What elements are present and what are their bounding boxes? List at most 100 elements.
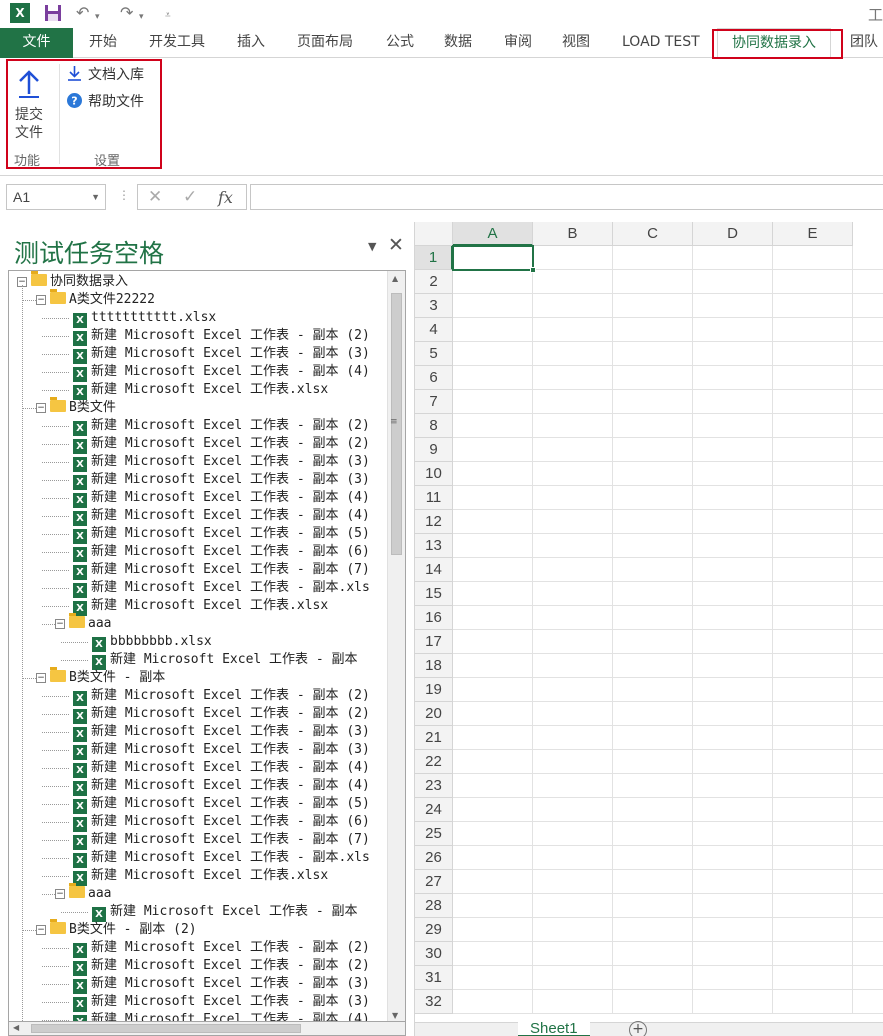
collapse-toggle-icon[interactable]: − <box>36 295 46 305</box>
tree-folder-node[interactable]: − B类文件 <box>36 397 116 417</box>
tree-file-node[interactable]: X 新建 Microsoft Excel 工作表 - 副本 (5) <box>73 795 370 814</box>
fill-handle[interactable] <box>530 267 536 273</box>
tree-folder-node[interactable]: − A类文件22222 <box>36 289 155 309</box>
tab-home[interactable]: 开始 <box>89 28 117 58</box>
row-header-20[interactable]: 20 <box>415 702 453 726</box>
tree-file-node[interactable]: X 新建 Microsoft Excel 工作表 - 副本 (4) <box>73 759 370 778</box>
redo-dropdown-icon[interactable]: ▾ <box>139 8 144 26</box>
name-box-dropdown-icon[interactable]: ▼ <box>91 185 100 209</box>
tree-file-node[interactable]: X 新建 Microsoft Excel 工作表 - 副本 (2) <box>73 939 370 958</box>
row-header-5[interactable]: 5 <box>415 342 453 366</box>
tree-file-node[interactable]: X 新建 Microsoft Excel 工作表 - 副本 <box>92 903 358 922</box>
row-header-8[interactable]: 8 <box>415 414 453 438</box>
scroll-down-icon[interactable]: ▼ <box>392 1011 398 1020</box>
row-header-9[interactable]: 9 <box>415 438 453 462</box>
tree-file-node[interactable]: X 新建 Microsoft Excel 工作表 - 副本 (4) <box>73 507 370 526</box>
tab-developer[interactable]: 开发工具 <box>149 28 205 58</box>
row-header-11[interactable]: 11 <box>415 486 453 510</box>
tree-vertical-scrollbar[interactable]: ▲ ≡ ▼ <box>387 271 405 1021</box>
worksheet[interactable]: ABCDE 1 2 3 4 5 6 7 8 9 10 11 12 13 14 15 16 17 18 19 20 21 2… <box>414 222 883 1036</box>
undo-icon[interactable]: ↶ <box>76 4 89 22</box>
active-cell-a1[interactable] <box>452 245 536 273</box>
tree-file-node[interactable]: X 新建 Microsoft Excel 工作表 - 副本 (5) <box>73 525 370 544</box>
tree-file-node[interactable]: X 新建 Microsoft Excel 工作表 - 副本 (4) <box>73 1011 370 1021</box>
tree-file-node[interactable]: X 新建 Microsoft Excel 工作表 - 副本 (3) <box>73 975 370 994</box>
row-header-17[interactable]: 17 <box>415 630 453 654</box>
tree-file-node[interactable]: X 新建 Microsoft Excel 工作表 - 副本 (4) <box>73 363 370 382</box>
save-icon[interactable] <box>44 4 62 26</box>
tree-file-node[interactable]: X 新建 Microsoft Excel 工作表 - 副本 (2) <box>73 435 370 454</box>
row-header-14[interactable]: 14 <box>415 558 453 582</box>
column-header-c[interactable]: C <box>613 222 693 246</box>
row-header-24[interactable]: 24 <box>415 798 453 822</box>
add-sheet-icon[interactable]: + <box>629 1021 647 1036</box>
row-header-27[interactable]: 27 <box>415 870 453 894</box>
row-header-19[interactable]: 19 <box>415 678 453 702</box>
column-header-a[interactable]: A <box>453 222 533 246</box>
tree-file-node[interactable]: X 新建 Microsoft Excel 工作表 - 副本 (3) <box>73 453 370 472</box>
tree-file-node[interactable]: X 新建 Microsoft Excel 工作表 - 副本.xls <box>73 579 370 598</box>
enter-icon[interactable]: ✓ <box>183 187 197 207</box>
row-header-18[interactable]: 18 <box>415 654 453 678</box>
row-header-26[interactable]: 26 <box>415 846 453 870</box>
cancel-icon[interactable]: ✕ <box>148 187 162 207</box>
tree-file-node[interactable]: X 新建 Microsoft Excel 工作表 - 副本 (2) <box>73 687 370 706</box>
tree-file-node[interactable]: X 新建 Microsoft Excel 工作表 - 副本 (3) <box>73 741 370 760</box>
tree-folder-node[interactable]: − B类文件 - 副本 (2) <box>36 919 197 939</box>
tab-page-layout[interactable]: 页面布局 <box>297 28 353 58</box>
row-header-2[interactable]: 2 <box>415 270 453 294</box>
collapse-toggle-icon[interactable]: − <box>55 619 65 629</box>
row-header-3[interactable]: 3 <box>415 294 453 318</box>
name-box[interactable]: A1 ▼ <box>6 184 106 210</box>
tree-file-node[interactable]: X 新建 Microsoft Excel 工作表 - 副本 (3) <box>73 471 370 490</box>
tab-file[interactable]: 文件 <box>0 28 73 58</box>
tree-file-node[interactable]: Xttttttttttt.xlsx <box>73 309 216 328</box>
formula-bar-splitter-icon[interactable]: ⋮ <box>118 188 130 202</box>
row-header-16[interactable]: 16 <box>415 606 453 630</box>
column-header-b[interactable]: B <box>533 222 613 246</box>
task-pane-options-icon[interactable]: ▼ <box>368 240 376 253</box>
tree-file-node[interactable]: X 新建 Microsoft Excel 工作表 - 副本 <box>92 651 358 670</box>
tab-review[interactable]: 审阅 <box>504 28 532 58</box>
tab-data[interactable]: 数据 <box>444 28 472 58</box>
row-header-29[interactable]: 29 <box>415 918 453 942</box>
row-header-25[interactable]: 25 <box>415 822 453 846</box>
customize-toolbar-icon[interactable]: ⩡ <box>165 7 171 25</box>
tree-file-node[interactable]: X 新建 Microsoft Excel 工作表 - 副本 (6) <box>73 813 370 832</box>
row-header-1[interactable]: 1 <box>415 246 453 270</box>
tree-file-node[interactable]: X 新建 Microsoft Excel 工作表.xlsx <box>73 867 328 886</box>
scroll-left-icon[interactable]: ◀ <box>13 1023 19 1032</box>
insert-function-icon[interactable]: fx <box>218 188 233 207</box>
tree-file-node[interactable]: X 新建 Microsoft Excel 工作表 - 副本 (6) <box>73 543 370 562</box>
collapse-toggle-icon[interactable]: − <box>36 673 46 683</box>
scroll-up-icon[interactable]: ▲ <box>392 274 398 283</box>
tree-folder-node[interactable]: − aaa <box>55 613 111 633</box>
row-header-28[interactable]: 28 <box>415 894 453 918</box>
tab-load-test[interactable]: LOAD TEST <box>622 28 700 58</box>
tab-view[interactable]: 视图 <box>562 28 590 58</box>
collapse-toggle-icon[interactable]: − <box>36 925 46 935</box>
row-header-13[interactable]: 13 <box>415 534 453 558</box>
excel-logo-icon[interactable]: X <box>10 3 30 23</box>
column-header-d[interactable]: D <box>693 222 773 246</box>
tree-file-node[interactable]: X 新建 Microsoft Excel 工作表 - 副本 (2) <box>73 705 370 724</box>
undo-dropdown-icon[interactable]: ▾ <box>95 8 100 26</box>
tree-file-node[interactable]: X 新建 Microsoft Excel 工作表.xlsx <box>73 597 328 616</box>
row-header-4[interactable]: 4 <box>415 318 453 342</box>
tree-horizontal-scrollbar[interactable]: ◀ <box>8 1022 406 1036</box>
redo-icon[interactable]: ↷ <box>120 4 133 22</box>
column-header-e[interactable]: E <box>773 222 853 246</box>
tree-file-node[interactable]: X 新建 Microsoft Excel 工作表.xlsx <box>73 381 328 400</box>
collapse-toggle-icon[interactable]: − <box>36 403 46 413</box>
hscroll-thumb[interactable] <box>31 1024 301 1033</box>
row-header-21[interactable]: 21 <box>415 726 453 750</box>
tree-folder-node[interactable]: − B类文件 - 副本 <box>36 667 165 687</box>
collapse-toggle-icon[interactable]: − <box>55 889 65 899</box>
tree-file-node[interactable]: X 新建 Microsoft Excel 工作表 - 副本 (2) <box>73 327 370 346</box>
tree-root-node[interactable]: − 协同数据录入 <box>17 271 128 291</box>
sheet-tab-sheet1[interactable]: Sheet1 <box>518 1019 590 1036</box>
tree-file-node[interactable]: X 新建 Microsoft Excel 工作表 - 副本 (7) <box>73 561 370 580</box>
row-header-10[interactable]: 10 <box>415 462 453 486</box>
tree-file-node[interactable]: X 新建 Microsoft Excel 工作表 - 副本 (4) <box>73 777 370 796</box>
row-header-23[interactable]: 23 <box>415 774 453 798</box>
